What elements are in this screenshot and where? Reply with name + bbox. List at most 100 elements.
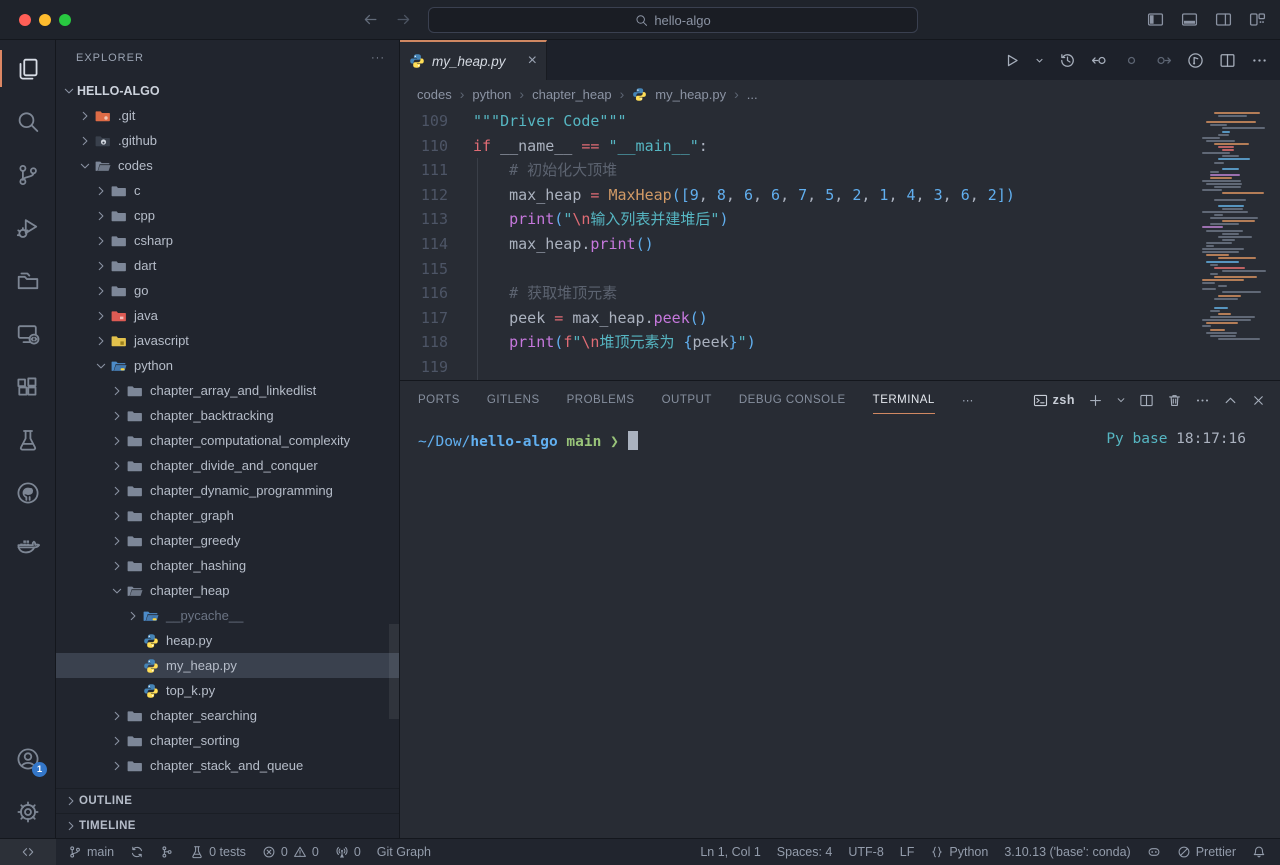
layout-sidebar-left-icon[interactable] [1147, 11, 1164, 28]
tree-item-hello-algo[interactable]: HELLO-ALGO [56, 78, 399, 103]
tree-item-csharp[interactable]: csharp [56, 228, 399, 253]
shell-selector[interactable]: zsh [1033, 393, 1075, 408]
status-3-10-13-base-conda-[interactable]: 3.10.13 ('base': conda) [996, 839, 1138, 865]
tree-item-chapter-divide-and-conquer[interactable]: chapter_divide_and_conquer [56, 453, 399, 478]
arrow-right-icon[interactable] [395, 11, 412, 28]
terminal[interactable]: ~/Dow/hello-algo main ❯ Py base 18:17:16 [400, 419, 1280, 838]
tree-item-python[interactable]: python [56, 353, 399, 378]
panel-tab-terminal[interactable]: TERMINAL [873, 381, 935, 419]
tree-item-chapter-heap[interactable]: chapter_heap [56, 578, 399, 603]
tree-item-chapter-array-and-linkedlist[interactable]: chapter_array_and_linkedlist [56, 378, 399, 403]
terminal-dropdown-icon[interactable] [1116, 395, 1126, 405]
status-sync-icon[interactable] [122, 839, 152, 865]
status-ln-1-col-1[interactable]: Ln 1, Col 1 [692, 839, 768, 865]
layout-sidebar-right-icon[interactable] [1215, 11, 1232, 28]
breadcrumb-item[interactable]: my_heap.py [655, 87, 726, 102]
tree-item-java[interactable]: java [56, 303, 399, 328]
panel-tab-gitlens[interactable]: GITLENS [487, 381, 540, 419]
more-actions-icon[interactable] [1251, 52, 1268, 69]
run-below-icon[interactable] [1187, 52, 1204, 69]
tree-item-heap-py[interactable]: heap.py [56, 628, 399, 653]
status-bell-icon[interactable] [1244, 839, 1274, 865]
breadcrumb-item[interactable]: ... [747, 87, 758, 102]
status-python[interactable]: Python [922, 839, 996, 865]
status-git-graph[interactable]: Git Graph [369, 839, 439, 865]
status-prettier[interactable]: Prettier [1169, 839, 1244, 865]
activity-accounts-icon[interactable]: 1 [0, 732, 55, 785]
tree-item-dart[interactable]: dart [56, 253, 399, 278]
more-icon[interactable] [1195, 393, 1210, 408]
explorer-actions-icon[interactable]: ··· [371, 52, 385, 64]
arrow-left-icon[interactable] [362, 11, 379, 28]
maximize-panel-icon[interactable] [1223, 393, 1238, 408]
layout-panel-icon[interactable] [1181, 11, 1198, 28]
tree-item-chapter-dynamic-programming[interactable]: chapter_dynamic_programming [56, 478, 399, 503]
panel-tab-ports[interactable]: PORTS [418, 381, 460, 419]
status-0[interactable]: 0 [327, 839, 369, 865]
tree-item-chapter-stack-and-queue[interactable]: chapter_stack_and_queue [56, 753, 399, 778]
tree-item-top-k-py[interactable]: top_k.py [56, 678, 399, 703]
tree-item--pycache-[interactable]: __pycache__ [56, 603, 399, 628]
layout-customize-icon[interactable] [1249, 11, 1266, 28]
tree-item--github[interactable]: .github [56, 128, 399, 153]
code-editor[interactable]: 109"""Driver Code"""110if __name__ == "_… [400, 108, 1280, 380]
activity-source-control-icon[interactable] [0, 148, 55, 201]
activity-github-icon[interactable] [0, 466, 55, 519]
tree-item-chapter-computational-complexity[interactable]: chapter_computational_complexity [56, 428, 399, 453]
panel-tab-output[interactable]: OUTPUT [662, 381, 712, 419]
activity-extensions-icon[interactable] [0, 360, 55, 413]
activity-remote-explorer-icon[interactable] [0, 307, 55, 360]
tab-my-heap[interactable]: my_heap.py × [400, 40, 547, 80]
activity-settings-gear-icon[interactable] [0, 785, 55, 838]
tree-item-cpp[interactable]: cpp [56, 203, 399, 228]
change-circle-icon[interactable] [1123, 52, 1140, 69]
tree-item-my-heap-py[interactable]: my_heap.py [56, 653, 399, 678]
previous-change-icon[interactable] [1091, 52, 1108, 69]
panel-tabs-overflow-icon[interactable]: ⋯ [962, 393, 974, 407]
panel-tab-problems[interactable]: PROBLEMS [567, 381, 635, 419]
status-utf-8[interactable]: UTF-8 [840, 839, 891, 865]
window-controls[interactable] [19, 14, 71, 26]
run-icon[interactable] [1003, 52, 1020, 69]
tree-item-chapter-backtracking[interactable]: chapter_backtracking [56, 403, 399, 428]
panel-tab-debug-console[interactable]: DEBUG CONSOLE [739, 381, 846, 419]
status-0-tests[interactable]: 0 tests [182, 839, 254, 865]
status-git-graph-branch-icon[interactable] [152, 839, 182, 865]
tree-item--git[interactable]: .git [56, 103, 399, 128]
breadcrumb-item[interactable]: codes [417, 87, 452, 102]
close-tab-icon[interactable]: × [528, 52, 537, 70]
new-terminal-icon[interactable] [1088, 393, 1103, 408]
status-0[interactable]: 00 [254, 839, 327, 865]
status-remote-indicator-icon[interactable] [0, 839, 56, 865]
breadcrumb-item[interactable]: chapter_heap [532, 87, 612, 102]
tree-item-chapter-graph[interactable]: chapter_graph [56, 503, 399, 528]
command-center-search[interactable]: hello-algo [428, 7, 918, 33]
zoom-window-button[interactable] [59, 14, 71, 26]
status-lf[interactable]: LF [892, 839, 923, 865]
tree-item-chapter-hashing[interactable]: chapter_hashing [56, 553, 399, 578]
timeline-history-icon[interactable] [1059, 52, 1076, 69]
tree-item-chapter-searching[interactable]: chapter_searching [56, 703, 399, 728]
split-editor-icon[interactable] [1219, 52, 1236, 69]
tree-item-c[interactable]: c [56, 178, 399, 203]
section-outline[interactable]: OUTLINE [56, 788, 399, 813]
next-change-icon[interactable] [1155, 52, 1172, 69]
activity-search-icon[interactable] [0, 95, 55, 148]
sidebar-scrollbar[interactable] [389, 624, 399, 719]
split-terminal-icon[interactable] [1139, 393, 1154, 408]
activity-folder-library-icon[interactable] [0, 254, 55, 307]
activity-files-icon[interactable] [0, 42, 55, 95]
status-main[interactable]: main [60, 839, 122, 865]
kill-terminal-icon[interactable] [1167, 393, 1182, 408]
tree-item-codes[interactable]: codes [56, 153, 399, 178]
minimize-window-button[interactable] [39, 14, 51, 26]
tree-item-javascript[interactable]: javascript [56, 328, 399, 353]
minimap[interactable] [1192, 112, 1278, 341]
status-copilot-icon[interactable] [1139, 839, 1169, 865]
close-window-button[interactable] [19, 14, 31, 26]
activity-testing-beaker-icon[interactable] [0, 413, 55, 466]
run-dropdown-icon[interactable] [1035, 56, 1044, 65]
activity-run-debug-icon[interactable] [0, 201, 55, 254]
tree-item-chapter-greedy[interactable]: chapter_greedy [56, 528, 399, 553]
tree-item-chapter-sorting[interactable]: chapter_sorting [56, 728, 399, 753]
